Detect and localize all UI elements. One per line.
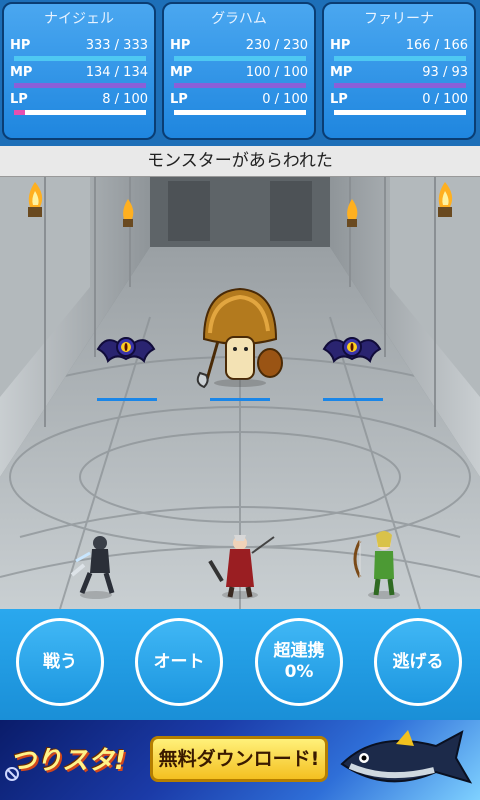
hp-value: 166 / 166 (405, 38, 468, 53)
fight-button[interactable]: 戦う (16, 618, 104, 706)
enemy-hp-bar (323, 398, 383, 401)
mp-value: 100 / 100 (245, 65, 308, 80)
party-status-bar: ナイジェル HP 333 / 333 MP 134 / 134 LP 8 / 1… (0, 0, 480, 146)
member-name: グラハム (211, 11, 267, 27)
hp-bar (174, 56, 306, 61)
mp-bar (334, 83, 466, 88)
mp-bar-fill (174, 83, 306, 88)
mp-bar (174, 83, 306, 88)
lp-row: LP 0 / 100 (170, 92, 310, 122)
member-name: ファリーナ (364, 11, 434, 27)
mp-row: MP 100 / 100 (170, 65, 310, 95)
hp-value: 333 / 333 (85, 38, 148, 53)
combo-button[interactable]: 超連携 0% (255, 618, 343, 706)
lp-row: LP 8 / 100 (10, 92, 150, 122)
hp-value: 230 / 230 (245, 38, 308, 53)
fight-label: 戦う (43, 651, 77, 672)
tuna-fish-icon (340, 730, 473, 784)
lp-row: LP 0 / 100 (330, 92, 470, 122)
ad-banner[interactable]: つりスタ! 無料ダウンロード! (0, 720, 480, 800)
mp-bar (14, 83, 146, 88)
battle-field (0, 177, 480, 609)
command-bar: 戦う オート 超連携 0% 逃げる (0, 609, 480, 720)
enemy-hp-bar (97, 398, 157, 401)
mp-row: MP 134 / 134 (10, 65, 150, 95)
dungeon-scene (0, 177, 480, 609)
enemy-hp-bar (210, 398, 270, 401)
mp-value: 93 / 93 (422, 65, 468, 80)
mp-value: 134 / 134 (85, 65, 148, 80)
lp-value: 8 / 100 (102, 92, 148, 107)
bat-monster-left[interactable] (96, 337, 156, 363)
hp-label: HP (10, 38, 31, 53)
escape-button[interactable]: 逃げる (374, 618, 462, 706)
mp-row: MP 93 / 93 (330, 65, 470, 95)
mp-label: MP (330, 65, 353, 80)
ad-info-icon[interactable] (4, 766, 20, 786)
escape-label: 逃げる (392, 651, 444, 672)
mp-bar-fill (14, 83, 146, 88)
lp-bar-fill (14, 110, 25, 115)
lp-value: 0 / 100 (422, 92, 468, 107)
hp-label: HP (170, 38, 191, 53)
hp-bar (14, 56, 146, 61)
party-member-panel-nigel[interactable]: ナイジェル HP 333 / 333 MP 134 / 134 LP 8 / 1… (2, 2, 156, 140)
lp-bar (14, 110, 146, 115)
lp-label: LP (170, 92, 188, 107)
ad-logo: つりスタ! (10, 746, 126, 776)
lp-value: 0 / 100 (262, 92, 308, 107)
lp-label: LP (10, 92, 28, 107)
party-member-panel-graham[interactable]: グラハム HP 230 / 230 MP 100 / 100 LP 0 / 10… (162, 2, 316, 140)
battle-message: モンスターがあらわれた (0, 146, 480, 177)
mp-label: MP (10, 65, 33, 80)
hp-row: HP 230 / 230 (170, 38, 310, 68)
ad-download-button[interactable]: 無料ダウンロード! (150, 736, 328, 782)
hp-label: HP (330, 38, 351, 53)
lp-bar (174, 110, 306, 115)
hp-bar (334, 56, 466, 61)
combo-percent: 0% (284, 662, 314, 682)
hp-row: HP 166 / 166 (330, 38, 470, 68)
auto-label: オート (153, 651, 205, 672)
lp-label: LP (330, 92, 348, 107)
hp-bar-fill (174, 56, 306, 61)
party-member-panel-farina[interactable]: ファリーナ HP 166 / 166 MP 93 / 93 LP 0 / 100 (322, 2, 476, 140)
bat-monster-right[interactable] (322, 337, 382, 363)
lp-bar (334, 110, 466, 115)
hp-bar-fill (334, 56, 466, 61)
combo-label: 超連携 (273, 641, 325, 661)
mp-label: MP (170, 65, 193, 80)
member-name: ナイジェル (44, 11, 114, 27)
hp-row: HP 333 / 333 (10, 38, 150, 68)
mp-bar-fill (334, 83, 466, 88)
hp-bar-fill (14, 56, 146, 61)
auto-button[interactable]: オート (135, 618, 223, 706)
